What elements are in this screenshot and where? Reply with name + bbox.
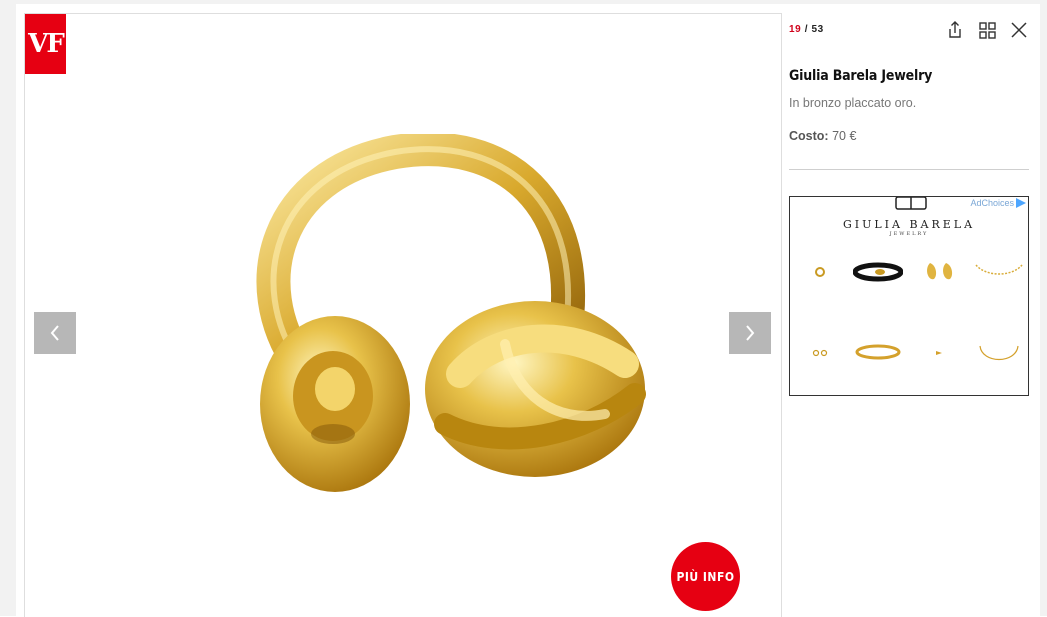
earrings-icon xyxy=(927,263,953,280)
grid-view-button[interactable] xyxy=(977,19,997,41)
chevron-left-icon xyxy=(50,325,59,341)
cost-label: Costo: xyxy=(789,129,829,143)
ad-hanger-graphic xyxy=(895,197,927,210)
more-info-button[interactable]: PIÙ INFO xyxy=(671,542,740,611)
vf-logo[interactable]: VF xyxy=(25,14,66,74)
bracelet-icon xyxy=(852,262,904,282)
logo-text: VF xyxy=(28,29,65,59)
prev-image-button[interactable] xyxy=(34,312,76,354)
studs-icon xyxy=(812,349,828,357)
ad-product[interactable] xyxy=(914,338,964,368)
grid-icon xyxy=(978,21,996,39)
necklace-icon xyxy=(979,345,1019,360)
ad-product-grid xyxy=(790,252,1028,392)
advertisement[interactable]: AdChoices GIULIA BARELA JEWELRY xyxy=(789,196,1029,396)
next-image-button[interactable] xyxy=(729,312,771,354)
details-panel: 19 / 53 Giulia Barela Jewelry In bronzo … xyxy=(789,13,1029,613)
share-icon xyxy=(949,21,961,38)
toolbar xyxy=(945,19,1029,41)
item-cost: Costo: 70 € xyxy=(789,129,856,143)
ring-icon xyxy=(815,267,825,277)
cost-value: 70 € xyxy=(832,129,857,143)
share-button[interactable] xyxy=(945,19,965,41)
charm-icon xyxy=(936,351,942,355)
ad-product[interactable] xyxy=(974,338,1024,368)
close-icon xyxy=(1011,22,1027,38)
gallery-counter: 19 / 53 xyxy=(789,24,824,35)
ad-product[interactable] xyxy=(853,338,903,368)
ad-brand-sub: JEWELRY xyxy=(889,231,929,237)
close-button[interactable] xyxy=(1009,19,1029,41)
item-description: In bronzo placcato oro. xyxy=(789,96,917,110)
adchoices-icon xyxy=(1016,198,1026,208)
ad-brand-name: GIULIA BARELA xyxy=(842,218,976,231)
counter-separator: / xyxy=(804,24,809,35)
ad-product[interactable] xyxy=(795,338,845,368)
image-viewer: VF PIÙ INFO xyxy=(24,13,782,617)
product-image xyxy=(256,134,646,492)
ad-product[interactable] xyxy=(974,257,1024,287)
divider xyxy=(789,169,1029,170)
counter-current: 19 xyxy=(789,24,802,35)
ad-product[interactable] xyxy=(795,257,845,287)
counter-total: 53 xyxy=(811,24,824,35)
bangle-icon xyxy=(855,344,901,360)
ad-product[interactable] xyxy=(852,257,904,287)
item-title: Giulia Barela Jewelry xyxy=(789,68,933,84)
ad-product[interactable] xyxy=(914,257,964,287)
chain-icon xyxy=(975,264,1023,275)
chevron-right-icon xyxy=(746,325,755,341)
adchoices-link[interactable]: AdChoices xyxy=(970,198,1026,208)
more-info-label: PIÙ INFO xyxy=(676,569,735,584)
adchoices-label: AdChoices xyxy=(970,198,1014,208)
